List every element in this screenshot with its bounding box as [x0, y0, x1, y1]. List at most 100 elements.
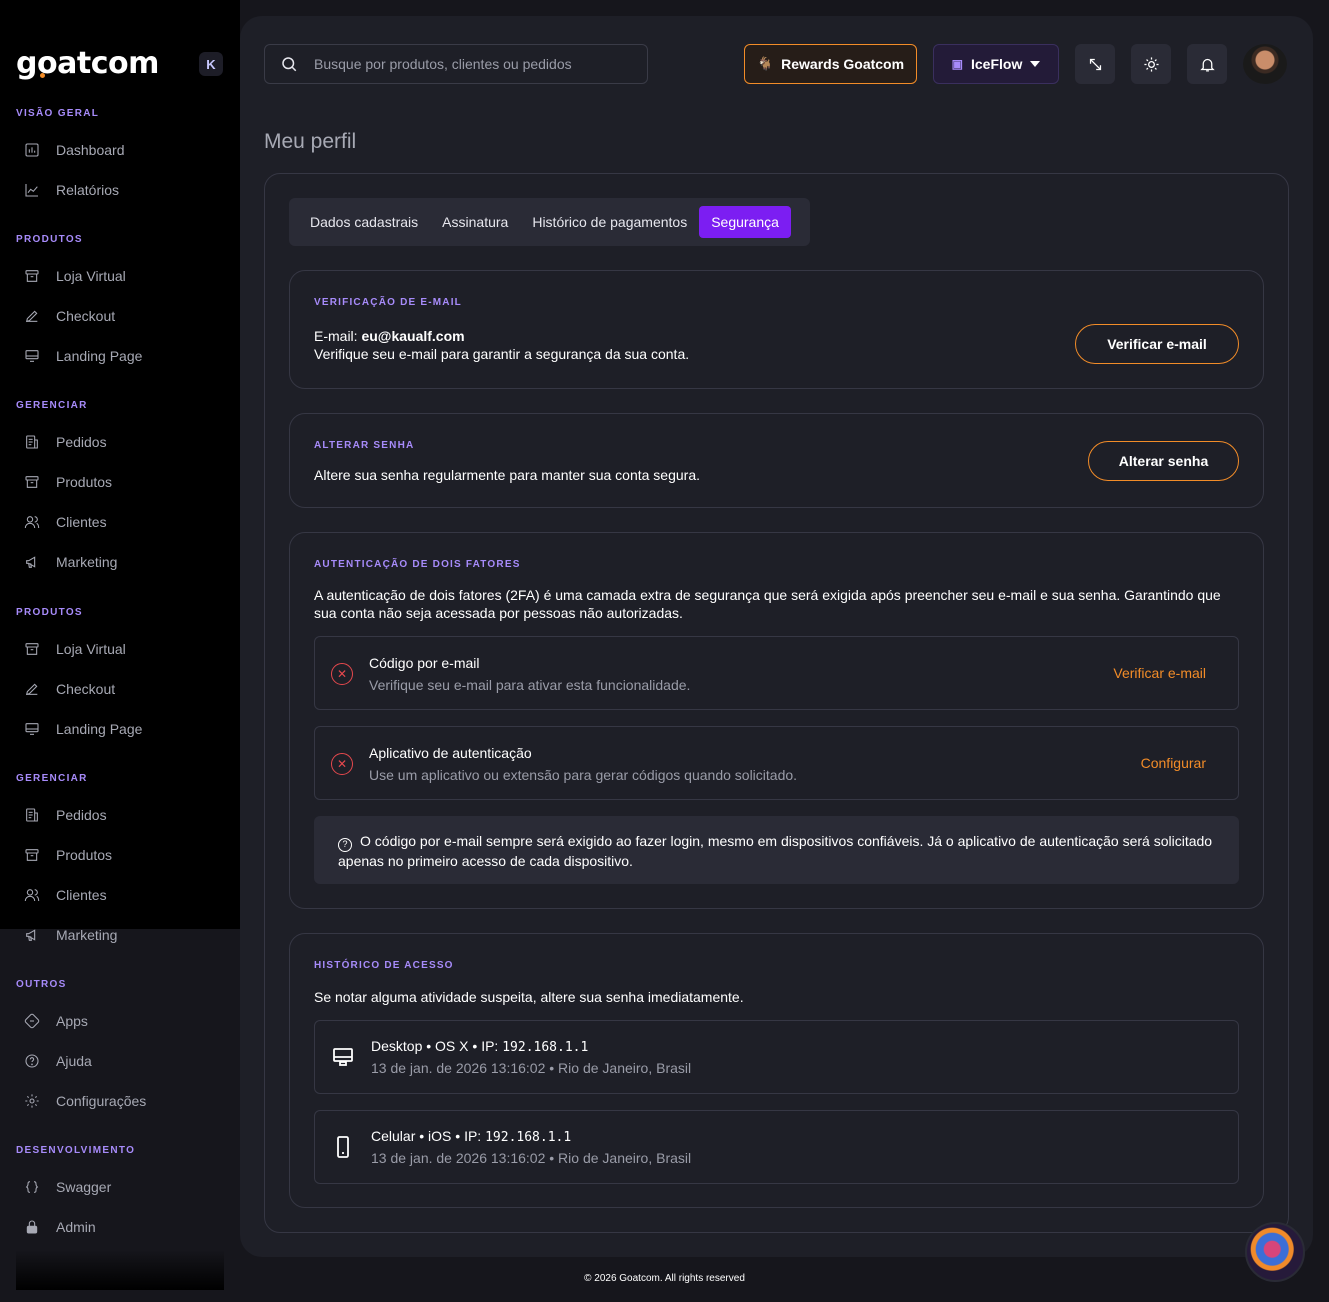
phone-icon: [331, 1135, 355, 1159]
goatcom-logo[interactable]: goatcom: [16, 46, 159, 81]
help-circle-icon: ?: [338, 838, 352, 852]
collapse-sidebar-button[interactable]: K: [199, 52, 223, 76]
footer-copyright: © 2026 Goatcom. All rights reserved: [584, 1273, 745, 1284]
sidebar-item-landing-page[interactable]: Landing Page: [16, 711, 224, 747]
rewards-button[interactable]: 🐐 Rewards Goatcom: [744, 44, 917, 84]
orders-icon: [24, 807, 40, 823]
method-title: Código por e-mail: [369, 655, 480, 671]
sidebar-item-loja-virtual[interactable]: Loja Virtual: [16, 258, 224, 294]
sidebar-item-label: Loja Virtual: [56, 268, 126, 284]
email-value: eu@kaualf.com: [361, 328, 465, 344]
monitor-icon: [24, 721, 40, 737]
code-icon: [24, 1179, 40, 1195]
sidebar-item-marketing[interactable]: Marketing: [16, 917, 224, 953]
expand-icon: [1089, 58, 1101, 70]
sidebar-item-label: Checkout: [56, 308, 116, 324]
notifications-button[interactable]: [1187, 44, 1227, 84]
access-history-card: HISTÓRICO DE ACESSO Se notar alguma ativ…: [289, 933, 1264, 1208]
sidebar-item-checkout[interactable]: Checkout: [16, 671, 224, 707]
sidebar-item-swagger[interactable]: Swagger: [16, 1169, 224, 1205]
two-factor-card: AUTENTICAÇÃO DE DOIS FATORES A autentica…: [289, 532, 1264, 909]
sidebar-item-ajuda[interactable]: Ajuda: [16, 1043, 224, 1079]
profile-panel: Dados cadastrais Assinatura Histórico de…: [264, 173, 1289, 1233]
chart-icon: [24, 182, 40, 198]
sidebar-item-label: Landing Page: [56, 721, 143, 737]
edit-icon: [24, 681, 40, 697]
info-text: O código por e-mail sempre será exigido …: [338, 833, 1213, 869]
method-description: Use um aplicativo ou extensão para gerar…: [369, 767, 798, 783]
store-label: IceFlow: [970, 56, 1023, 72]
sidebar-item-pedidos[interactable]: Pedidos: [16, 797, 224, 833]
card-title: VERIFICAÇÃO DE E-MAIL: [314, 297, 462, 308]
help-icon: [24, 1053, 40, 1069]
sidebar-item-landing-page[interactable]: Landing Page: [16, 338, 224, 374]
change-password-button[interactable]: Alterar senha: [1088, 441, 1239, 481]
support-chat-button[interactable]: [1245, 1222, 1305, 1282]
sidebar-item-label: Apps: [56, 1013, 88, 1029]
card-title: ALTERAR SENHA: [314, 440, 415, 451]
sidebar-item-pedidos[interactable]: Pedidos: [16, 424, 224, 460]
store-icon: [24, 641, 40, 657]
two-factor-info: ? O código por e-mail sempre será exigido…: [314, 816, 1239, 884]
access-details: 13 de jan. de 2026 13:16:02 • Rio de Jan…: [371, 1060, 692, 1076]
configure-link[interactable]: Configurar: [1141, 755, 1206, 771]
sidebar-item-clientes[interactable]: Clientes: [16, 504, 224, 540]
main-content: Busque por produtos, clientes ou pedidos…: [240, 16, 1313, 1257]
tab-assinatura[interactable]: Assinatura: [430, 206, 520, 238]
sidebar-item-relat-rios[interactable]: Relatórios: [16, 172, 224, 208]
sidebar-item-checkout[interactable]: Checkout: [16, 298, 224, 334]
nav-section-title: GERENCIAR: [16, 773, 88, 784]
sidebar-item-label: Dashboard: [56, 142, 125, 158]
fullscreen-button[interactable]: [1075, 44, 1115, 84]
sidebar-item-dashboard[interactable]: Dashboard: [16, 132, 224, 168]
tab-dados-cadastrais[interactable]: Dados cadastrais: [298, 206, 430, 238]
email-code-method: ✕ Código por e-mail Verifique seu e-mail…: [314, 636, 1239, 710]
sidebar-item-label: Marketing: [56, 927, 118, 943]
access-entry: Celular • iOS • IP: 192.168.1.1 13 de ja…: [314, 1110, 1239, 1184]
email-verification-card: VERIFICAÇÃO DE E-MAIL E-mail: eu@kaualf.…: [289, 270, 1264, 389]
users-icon: [24, 514, 40, 530]
email-label: E-mail:: [314, 328, 362, 344]
method-description: Verifique seu e-mail para ativar esta fu…: [369, 677, 691, 693]
goat-icon: 🐐: [756, 56, 774, 71]
orders-icon: [24, 434, 40, 450]
store-selector[interactable]: ▣ IceFlow: [933, 44, 1059, 84]
box-icon: [24, 474, 40, 490]
tab-historico-pagamentos[interactable]: Histórico de pagamentos: [520, 206, 699, 238]
users-icon: [24, 887, 40, 903]
nav-section-title: OUTROS: [16, 979, 67, 990]
edit-icon: [24, 308, 40, 324]
verify-email-button[interactable]: Verificar e-mail: [1075, 324, 1239, 364]
verify-email-link[interactable]: Verificar e-mail: [1113, 665, 1206, 681]
card-title: HISTÓRICO DE ACESSO: [314, 960, 454, 971]
sidebar: goatcom K VISÃO GERAL Dashboard Relatórios…: [0, 0, 240, 1302]
search-input[interactable]: Busque por produtos, clientes ou pedidos: [264, 44, 648, 84]
change-password-card: ALTERAR SENHA Altere sua senha regularme…: [289, 413, 1264, 508]
chevron-down-icon: [1030, 61, 1041, 67]
two-factor-description: A autenticação de dois fatores (2FA) é u…: [314, 587, 1221, 621]
search-icon: [282, 57, 297, 72]
sidebar-item-produtos[interactable]: Produtos: [16, 464, 224, 500]
sidebar-item-label: Produtos: [56, 847, 113, 863]
sidebar-item-configura-es[interactable]: Configurações: [16, 1083, 224, 1119]
sidebar-item-clientes[interactable]: Clientes: [16, 877, 224, 913]
sidebar-item-label: Produtos: [56, 474, 113, 490]
access-details: 13 de jan. de 2026 13:16:02 • Rio de Jan…: [371, 1150, 692, 1166]
page-title: Meu perfil: [264, 130, 357, 153]
sidebar-item-marketing[interactable]: Marketing: [16, 544, 224, 580]
tab-seguranca[interactable]: Segurança: [699, 206, 791, 238]
sidebar-item-apps[interactable]: Apps: [16, 1003, 224, 1039]
theme-toggle-button[interactable]: [1131, 44, 1171, 84]
user-avatar[interactable]: [1243, 44, 1287, 84]
access-device: Celular • iOS • IP: 192.168.1.1: [371, 1128, 572, 1145]
profile-tabs: Dados cadastrais Assinatura Histórico de…: [289, 198, 810, 246]
sidebar-item-label: Marketing: [56, 554, 118, 570]
sidebar-item-loja-virtual[interactable]: Loja Virtual: [16, 631, 224, 667]
dashboard-icon: [24, 142, 40, 158]
sidebar-item-label: Landing Page: [56, 348, 143, 364]
sidebar-item-produtos[interactable]: Produtos: [16, 837, 224, 873]
sidebar-item-label: Ajuda: [56, 1053, 92, 1069]
email-info: E-mail: eu@kaualf.com Verifique seu e-ma…: [314, 327, 689, 363]
access-entry: Desktop • OS X • IP: 192.168.1.1 13 de j…: [314, 1020, 1239, 1094]
sidebar-item-admin[interactable]: Admin: [16, 1209, 224, 1245]
